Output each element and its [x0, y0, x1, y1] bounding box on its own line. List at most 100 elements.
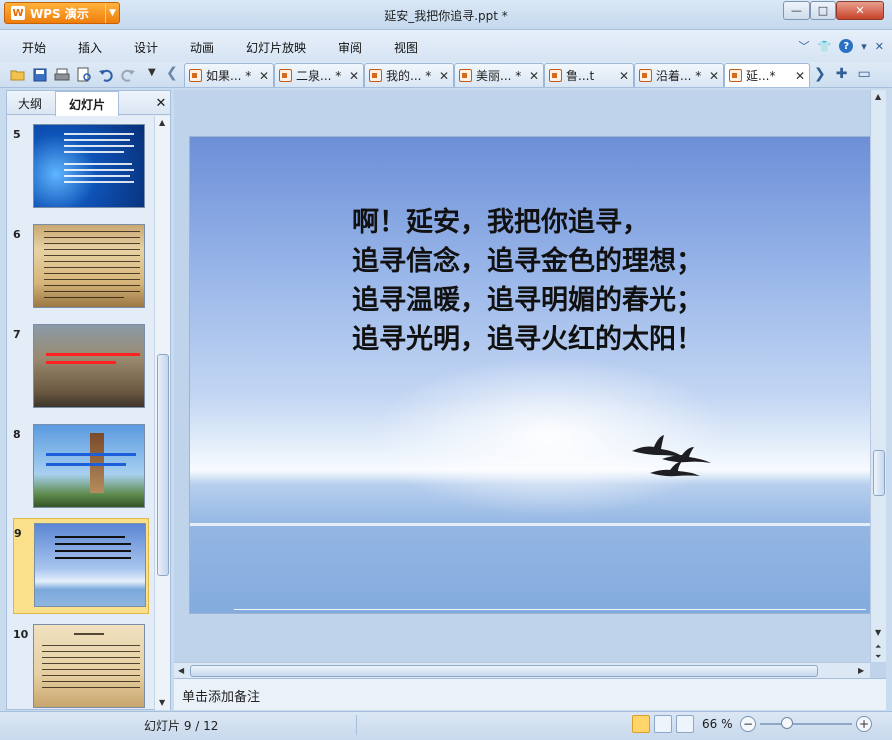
horizon-line — [190, 523, 870, 526]
ppt-file-icon — [639, 69, 652, 82]
scroll-up-icon[interactable]: ▲ — [875, 92, 881, 101]
chevron-down-icon: ▼ — [105, 3, 119, 23]
scrollbar-thumb[interactable] — [190, 665, 818, 677]
current-slide[interactable]: 啊！延安，我把你追寻， 追寻信念，追寻金色的理想； 追寻温暖，追寻明媚的春光； … — [190, 137, 870, 613]
menu-slideshow[interactable]: 幻灯片放映 — [246, 39, 306, 56]
close-icon[interactable]: ✕ — [528, 69, 540, 83]
window-title: 延安_我把你追寻.ppt * — [384, 9, 508, 23]
app-name: WPS 演示 — [30, 6, 89, 21]
slide-sorter-icon[interactable] — [654, 715, 672, 733]
app-menu-button[interactable]: W WPS 演示 ▼ — [4, 2, 120, 24]
editor-vertical-scrollbar[interactable]: ▲ ▼ ⏶ ⏷ — [870, 90, 886, 662]
slide-thumbnail-7[interactable]: 7 — [13, 320, 149, 414]
slide-counter: 幻灯片 9 / 12 — [144, 719, 219, 733]
redo-icon[interactable] — [120, 67, 136, 83]
document-tab[interactable]: 沿着... * ✕ — [634, 63, 724, 87]
notes-placeholder: 单击添加备注 — [182, 690, 261, 705]
next-slide-icon[interactable]: ⏷ — [875, 652, 881, 662]
slide-thumbnail-6[interactable]: 6 — [13, 220, 149, 314]
status-bar: 幻灯片 9 / 12 66 % − + — [0, 711, 892, 740]
close-icon[interactable]: ✕ — [794, 69, 806, 83]
tab-scroll-right-icon[interactable]: ❯ — [814, 66, 826, 82]
close-panel-icon[interactable]: ✕ — [153, 91, 169, 115]
document-tab[interactable]: 二泉... * ✕ — [274, 63, 364, 87]
tab-outline[interactable]: 大纲 — [7, 91, 53, 115]
previous-slide-icon[interactable]: ⏶ — [875, 642, 881, 652]
slide-thumbnail-10[interactable]: 10 — [13, 620, 149, 710]
open-folder-icon[interactable] — [10, 67, 26, 83]
skin-icon[interactable]: 👕 — [818, 40, 832, 53]
chevron-down-icon[interactable]: ▼ — [148, 67, 164, 83]
normal-view-icon[interactable] — [632, 715, 650, 733]
scroll-up-icon[interactable]: ▲ — [159, 118, 165, 127]
close-icon[interactable]: ✕ — [438, 69, 450, 83]
ppt-file-icon — [459, 69, 472, 82]
slide-editor: 啊！延安，我把你追寻， 追寻信念，追寻金色的理想； 追寻温暖，追寻明媚的春光； … — [174, 90, 886, 678]
thumbnail-image — [33, 424, 145, 508]
document-tab[interactable]: 美丽... * ✕ — [454, 63, 544, 87]
zoom-level[interactable]: 66 % — [702, 717, 733, 731]
menu-insert[interactable]: 插入 — [78, 39, 102, 56]
document-tab[interactable]: 我的... * ✕ — [364, 63, 454, 87]
scroll-down-icon[interactable]: ▼ — [875, 628, 881, 637]
panel-tabs: 大纲 幻灯片 ✕ — [7, 91, 170, 116]
close-icon[interactable]: ✕ — [348, 69, 360, 83]
print-preview-icon[interactable] — [76, 67, 92, 83]
chevron-down-icon[interactable]: ▾ — [861, 40, 867, 53]
slide-thumbnail-9[interactable]: 9 — [13, 518, 149, 614]
zoom-slider-thumb[interactable] — [781, 717, 793, 729]
chevron-down-icon[interactable]: ﹀ — [799, 38, 810, 54]
minimize-button[interactable]: — — [783, 1, 810, 20]
menu-view[interactable]: 视图 — [394, 39, 418, 56]
minimize-ribbon-icon[interactable]: ✕ — [875, 40, 884, 53]
poem-line: 追寻光明，追寻火红的太阳！ — [352, 324, 703, 355]
new-tab-icon[interactable]: ✚ — [836, 66, 848, 82]
zoom-out-button[interactable]: − — [740, 716, 756, 732]
zoom-in-button[interactable]: + — [856, 716, 872, 732]
scrollbar-thumb[interactable] — [157, 354, 169, 576]
poem-line: 追寻信念，追寻金色的理想； — [352, 246, 703, 277]
undo-icon[interactable] — [98, 67, 114, 83]
wps-logo-icon: W — [11, 6, 25, 20]
thumbnail-image — [33, 124, 145, 208]
editor-horizontal-scrollbar[interactable]: ◀ ▶ — [174, 662, 870, 678]
menu-design[interactable]: 设计 — [134, 39, 158, 56]
document-tab[interactable]: 如果... * ✕ — [184, 63, 274, 87]
save-icon[interactable] — [32, 67, 48, 83]
thumbnail-list: 5 6 7 8 9 10 — [7, 116, 153, 710]
ppt-file-icon — [369, 69, 382, 82]
help-icon[interactable]: ? — [839, 39, 854, 53]
poem-textbox[interactable]: 啊！延安，我把你追寻， 追寻信念，追寻金色的理想； 追寻温暖，追寻明媚的春光； … — [352, 203, 812, 359]
poem-line: 啊！延安，我把你追寻， — [352, 207, 649, 238]
thumbnail-image — [33, 224, 145, 308]
menu-start[interactable]: 开始 — [22, 39, 46, 56]
scroll-left-icon[interactable]: ◀ — [178, 666, 184, 675]
ppt-file-icon — [729, 69, 742, 82]
close-window-button[interactable]: ✕ — [836, 1, 884, 20]
document-tabs: 如果... * ✕ 二泉... * ✕ 我的... * ✕ 美丽... * ✕ 鲁...… — [184, 63, 810, 88]
zoom-slider[interactable] — [760, 723, 852, 725]
ppt-file-icon — [189, 69, 202, 82]
slide-thumbnail-5[interactable]: 5 — [13, 120, 149, 214]
ppt-file-icon — [549, 69, 562, 82]
menu-animation[interactable]: 动画 — [190, 39, 214, 56]
thumbnail-scrollbar[interactable]: ▲ ▼ — [154, 116, 170, 710]
slides-panel: 大纲 幻灯片 ✕ 5 6 7 8 9 10 ▲ ▼ — [6, 90, 171, 710]
document-tab-active[interactable]: 延...* ✕ — [724, 63, 810, 87]
close-icon[interactable]: ✕ — [708, 69, 720, 83]
tab-scroll-left-icon[interactable]: ❮ — [166, 65, 182, 81]
print-icon[interactable] — [54, 67, 70, 83]
notes-pane[interactable]: 单击添加备注 — [174, 678, 886, 710]
close-icon[interactable]: ✕ — [258, 69, 270, 83]
scrollbar-thumb[interactable] — [873, 450, 885, 496]
tab-slides[interactable]: 幻灯片 — [55, 91, 119, 116]
scroll-down-icon[interactable]: ▼ — [159, 698, 165, 707]
scroll-right-icon[interactable]: ▶ — [858, 666, 864, 675]
maximize-button[interactable]: □ — [810, 1, 836, 20]
document-tab[interactable]: 鲁...t ✕ — [544, 63, 634, 87]
slideshow-icon[interactable] — [676, 715, 694, 733]
close-icon[interactable]: ✕ — [618, 69, 630, 83]
menu-review[interactable]: 审阅 — [338, 39, 362, 56]
window-list-icon[interactable]: ▭ — [857, 66, 870, 82]
slide-thumbnail-8[interactable]: 8 — [13, 420, 149, 514]
